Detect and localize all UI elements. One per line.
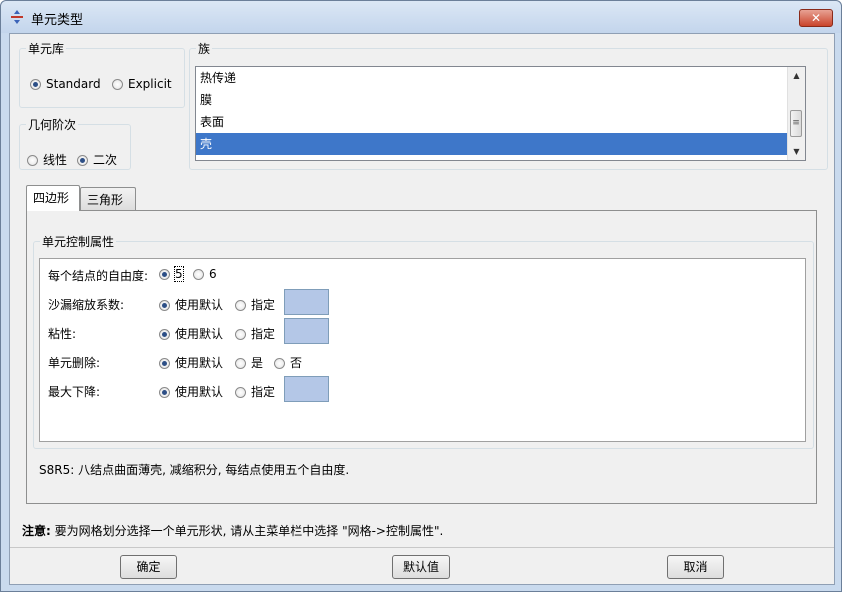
- hourglass-value-input[interactable]: [284, 289, 329, 315]
- radio-dof-5[interactable]: [159, 269, 170, 280]
- radio-linear[interactable]: [27, 155, 38, 166]
- note-body: 要为网格划分选择一个单元形状, 请从主菜单栏中选择 "网格->控制属性".: [54, 524, 444, 538]
- window-title: 单元类型: [31, 13, 84, 28]
- dialog-body: 单元库 Standard Explicit 几何阶次 线性 二次 族 热传递 膜: [9, 33, 835, 585]
- app-logo-icon: [11, 10, 23, 24]
- max-degradation-label: 最大下降:: [48, 385, 101, 399]
- deletion-yes-option[interactable]: 是: [235, 354, 263, 371]
- library-explicit-option[interactable]: Explicit: [112, 77, 172, 91]
- tab-panel: 单元控制属性 每个结点的自由度: 5 6 沙漏缩放系数: 使用默认 指定 粘性:…: [26, 210, 817, 504]
- family-item-membrane[interactable]: 膜: [196, 89, 805, 111]
- tab-tri[interactable]: 三角形: [80, 187, 136, 211]
- family-list-scrollbar[interactable]: ▲ ≡ ▼: [787, 67, 805, 160]
- family-item-heat-transfer[interactable]: 热传递: [196, 67, 805, 89]
- hourglass-specify-option[interactable]: 指定: [235, 296, 275, 313]
- dof-label: 每个结点的自由度:: [48, 269, 149, 283]
- defaults-button[interactable]: 默认值: [392, 555, 450, 579]
- deletion-no-option[interactable]: 否: [274, 354, 302, 371]
- cancel-button[interactable]: 取消: [667, 555, 724, 579]
- family-list[interactable]: 热传递 膜 表面 壳 ▲ ≡ ▼: [195, 66, 806, 161]
- scrollbar-thumb[interactable]: ≡: [790, 110, 802, 137]
- radio-max-degradation-default[interactable]: [159, 387, 170, 398]
- geometric-order-group: 几何阶次 线性 二次: [19, 116, 131, 170]
- family-item-shell[interactable]: 壳: [196, 133, 805, 155]
- order-linear-option[interactable]: 线性: [27, 151, 67, 168]
- family-item-surface[interactable]: 表面: [196, 111, 805, 133]
- radio-viscosity-specify[interactable]: [235, 329, 246, 340]
- deletion-label: 单元删除:: [48, 356, 101, 370]
- element-library-legend: 单元库: [28, 42, 65, 56]
- title-bar[interactable]: 单元类型 ✕: [1, 1, 841, 33]
- element-library-group: 单元库 Standard Explicit: [19, 40, 185, 108]
- element-controls-legend: 单元控制属性: [42, 235, 115, 249]
- deletion-default-option[interactable]: 使用默认: [159, 354, 223, 371]
- element-type-dialog: 单元类型 ✕ 单元库 Standard Explicit 几何阶次 线性 二次: [0, 0, 842, 592]
- geometric-order-legend: 几何阶次: [28, 118, 77, 132]
- max-degradation-default-option[interactable]: 使用默认: [159, 383, 223, 400]
- dof-6-option[interactable]: 6: [193, 267, 217, 281]
- separator: [10, 547, 834, 548]
- tab-quad[interactable]: 四边形: [26, 185, 80, 211]
- dof-5-option[interactable]: 5: [159, 266, 184, 282]
- radio-deletion-default[interactable]: [159, 358, 170, 369]
- scroll-down-icon[interactable]: ▼: [788, 143, 805, 160]
- element-description: S8R5: 八结点曲面薄壳, 减缩积分, 每结点使用五个自由度.: [39, 463, 350, 477]
- close-icon: ✕: [810, 11, 822, 25]
- viscosity-default-option[interactable]: 使用默认: [159, 325, 223, 342]
- hourglass-default-option[interactable]: 使用默认: [159, 296, 223, 313]
- order-quadratic-option[interactable]: 二次: [77, 151, 117, 168]
- library-standard-option[interactable]: Standard: [30, 77, 101, 91]
- hourglass-label: 沙漏缩放系数:: [48, 298, 125, 312]
- scroll-up-icon[interactable]: ▲: [788, 67, 805, 84]
- viscosity-label: 粘性:: [48, 327, 77, 341]
- radio-hourglass-default[interactable]: [159, 300, 170, 311]
- radio-deletion-yes[interactable]: [235, 358, 246, 369]
- ok-button[interactable]: 确定: [120, 555, 177, 579]
- radio-explicit[interactable]: [112, 79, 123, 90]
- viscosity-specify-option[interactable]: 指定: [235, 325, 275, 342]
- radio-standard[interactable]: [30, 79, 41, 90]
- max-degradation-value-input[interactable]: [284, 376, 329, 402]
- family-legend: 族: [198, 42, 211, 56]
- close-button[interactable]: ✕: [799, 9, 833, 27]
- max-degradation-specify-option[interactable]: 指定: [235, 383, 275, 400]
- note-text: 注意: 要为网格划分选择一个单元形状, 请从主菜单栏中选择 "网格->控制属性"…: [22, 522, 443, 539]
- radio-dof-6[interactable]: [193, 269, 204, 280]
- radio-quadratic[interactable]: [77, 155, 88, 166]
- note-prefix: 注意:: [22, 524, 51, 538]
- radio-hourglass-specify[interactable]: [235, 300, 246, 311]
- radio-deletion-no[interactable]: [274, 358, 285, 369]
- radio-max-degradation-specify[interactable]: [235, 387, 246, 398]
- radio-viscosity-default[interactable]: [159, 329, 170, 340]
- element-controls-panel: 每个结点的自由度: 5 6 沙漏缩放系数: 使用默认 指定 粘性: 使用默认 指…: [39, 258, 806, 442]
- viscosity-value-input[interactable]: [284, 318, 329, 344]
